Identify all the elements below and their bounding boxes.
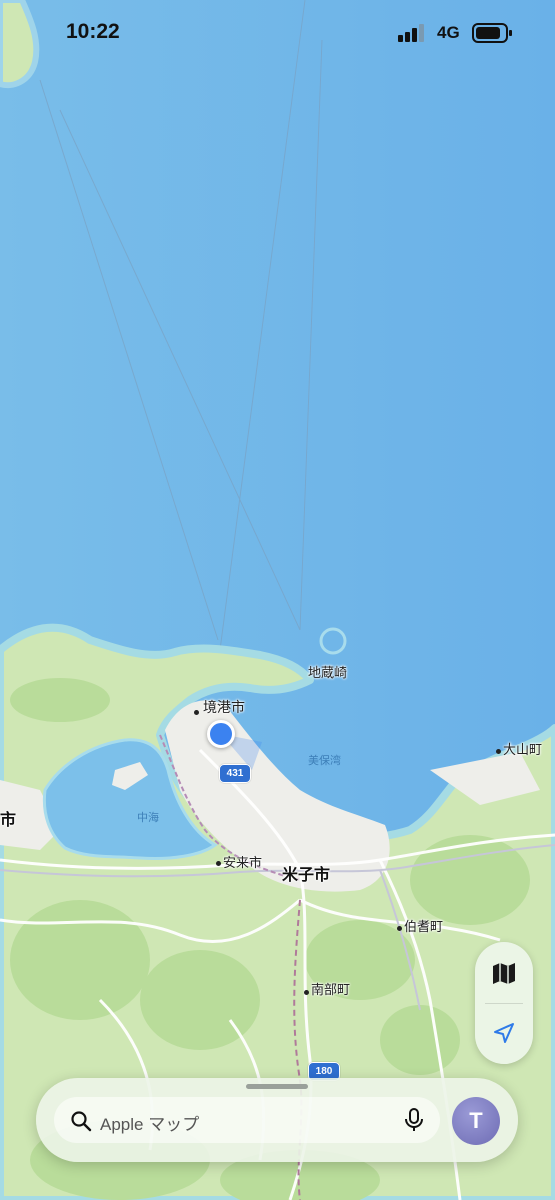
label-city-left-edge[interactable]: 市 (0, 806, 16, 830)
route-shield-431: 431 (219, 764, 251, 783)
label-nanbu[interactable]: 南部町 (311, 979, 350, 998)
label-jizo-zaki[interactable]: 地蔵崎 (308, 662, 347, 681)
label-mihonoseki-bay[interactable]: 美保湾 (308, 752, 341, 768)
search-icon (71, 1111, 92, 1132)
locate-me-button[interactable] (475, 1004, 533, 1062)
label-yasugi[interactable]: 安来市 (223, 852, 262, 871)
location-arrow-icon (494, 1023, 514, 1043)
search-sheet[interactable]: Apple マップ T (36, 1078, 518, 1162)
city-dot-sakaiminato (194, 710, 199, 715)
map-icon (493, 963, 515, 984)
map-controls (475, 942, 533, 1064)
search-input[interactable]: Apple マップ (54, 1097, 440, 1143)
status-bar: 10:22 4G (0, 0, 555, 66)
microphone-icon[interactable] (404, 1107, 424, 1133)
label-daisen[interactable]: 大山町 (503, 739, 542, 758)
user-location-dot[interactable] (207, 720, 235, 748)
label-yonago[interactable]: 米子市 (282, 861, 330, 885)
city-dot-nanbu (304, 990, 309, 995)
status-time: 10:22 (66, 20, 120, 43)
battery-icon (472, 23, 512, 43)
map-canvas[interactable] (0, 0, 555, 1200)
cellular-signal-icon (398, 24, 424, 42)
label-nakaumi[interactable]: 中海 (137, 809, 159, 825)
city-dot-daisen (496, 749, 501, 754)
network-type: 4G (437, 23, 460, 42)
city-dot-hoki (397, 926, 402, 931)
label-hoki[interactable]: 伯耆町 (404, 916, 443, 935)
label-sakaiminato[interactable]: 境港市 (203, 697, 245, 717)
map-mode-button[interactable] (475, 944, 533, 1002)
city-dot-yasugi (216, 861, 221, 866)
profile-avatar[interactable]: T (452, 1097, 500, 1145)
sheet-grabber[interactable] (246, 1084, 308, 1089)
search-placeholder: Apple マップ (100, 1115, 200, 1134)
